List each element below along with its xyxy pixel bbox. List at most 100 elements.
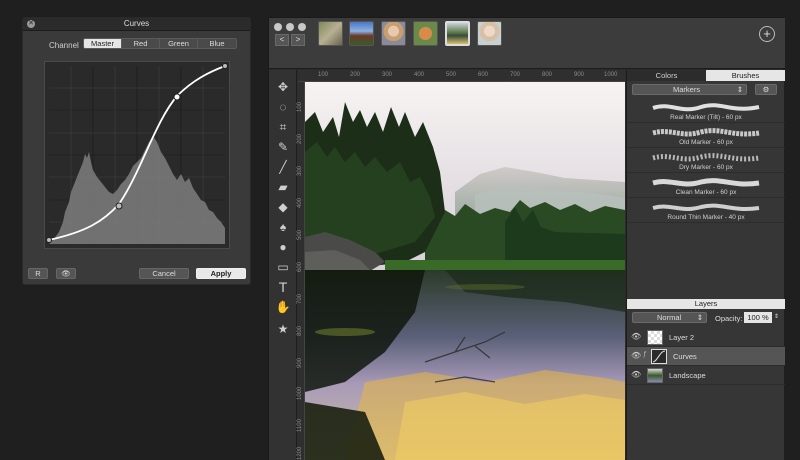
image-thumbnail-selected[interactable] xyxy=(445,21,470,46)
brush-item[interactable]: Real Marker (Tilt) - 60 px xyxy=(627,100,785,123)
brush-stroke-preview xyxy=(652,153,760,162)
brush-label: Dry Marker - 60 px xyxy=(679,164,733,171)
curve-graph-svg[interactable] xyxy=(45,62,229,248)
window-zoom-button[interactable] xyxy=(298,23,306,31)
layer-name: Curves xyxy=(673,352,697,361)
forward-button[interactable]: > xyxy=(291,34,305,46)
ruler-label: 800 xyxy=(297,325,303,336)
opacity-label: Opacity: xyxy=(715,314,743,323)
star-icon[interactable]: ★ xyxy=(273,320,293,338)
image-thumbnail[interactable] xyxy=(413,21,438,46)
ruler-label: 300 xyxy=(382,72,393,78)
channel-blue-button[interactable]: Blue xyxy=(198,39,236,48)
brush-set-value: Markers xyxy=(673,85,701,94)
brush-item[interactable]: Round Thin Marker - 40 px xyxy=(627,200,785,223)
opacity-stepper[interactable]: ⇕ xyxy=(774,312,781,323)
blend-mode-value: Normal xyxy=(657,313,682,322)
back-button[interactable]: < xyxy=(275,34,289,46)
brush-label: Old Marker - 60 px xyxy=(679,139,733,146)
brush-settings-button[interactable]: ⚙ xyxy=(755,84,777,95)
pencil-icon[interactable]: ◆ xyxy=(273,198,293,216)
brush-stroke-preview xyxy=(652,178,760,187)
channel-red-button[interactable]: Red xyxy=(122,39,160,48)
ruler-top: 100 200 300 400 500 600 700 800 900 1000 xyxy=(298,70,625,82)
ruler-label: 1200 xyxy=(297,446,303,460)
eyedropper-icon[interactable]: ✎ xyxy=(273,138,293,156)
ruler-label: 900 xyxy=(574,72,585,78)
main-window: < > + ✥ ◌ ⌗ ✎ ╱ ▰ ◆ ♠ ● ▭ T ✋ ★ 100 200 … xyxy=(268,17,785,460)
window-close-button[interactable] xyxy=(274,23,282,31)
ruler-label: 400 xyxy=(414,72,425,78)
curve-point-highlight xyxy=(173,93,181,101)
tab-colors[interactable]: Colors xyxy=(627,70,706,81)
image-thumbnail[interactable] xyxy=(349,21,374,46)
chevron-updown-icon: ⇕ xyxy=(736,85,743,94)
curve-point-shadow xyxy=(115,202,123,210)
ruler-label: 500 xyxy=(297,229,303,240)
layers-header: Layers xyxy=(627,299,785,309)
ruler-label: 700 xyxy=(510,72,521,78)
layer-name: Layer 2 xyxy=(669,333,695,342)
brush-label: Clean Marker - 60 px xyxy=(675,189,737,196)
blend-mode-dropdown[interactable]: Normal ⇕ xyxy=(632,312,707,323)
brush-icon[interactable]: ╱ xyxy=(273,158,293,176)
panel-tabs: Colors Brushes xyxy=(627,70,785,81)
hand-icon[interactable]: ✋ xyxy=(273,298,293,316)
ruler-label: 600 xyxy=(478,72,489,78)
tab-brushes[interactable]: Brushes xyxy=(706,70,785,81)
ellipse-select-icon[interactable]: ◌ xyxy=(273,98,293,116)
curves-layer-thumbnail xyxy=(651,349,667,364)
curve-point-white xyxy=(222,63,228,69)
layer-row-selected[interactable]: 👁 ƒ Curves xyxy=(627,347,785,366)
ruler-label: 400 xyxy=(297,197,303,208)
add-image-button[interactable]: + xyxy=(759,26,775,42)
link-icon: ƒ xyxy=(643,351,647,358)
gradient-icon[interactable]: ▭ xyxy=(273,258,293,276)
apply-button[interactable]: Apply xyxy=(196,268,246,279)
brush-item[interactable]: Clean Marker - 60 px xyxy=(627,175,785,198)
image-canvas[interactable] xyxy=(305,82,625,460)
gear-icon: ⚙ xyxy=(762,85,770,94)
channel-selector: Master Red Green Blue xyxy=(83,38,237,49)
chevron-updown-icon: ⇕ xyxy=(696,313,703,322)
opacity-input[interactable]: 100 % xyxy=(744,312,772,323)
brush-set-dropdown[interactable]: Markers ⇕ xyxy=(632,84,747,95)
drop-icon[interactable]: ● xyxy=(273,238,293,256)
ruler-label: 1000 xyxy=(604,72,618,78)
curve-point-black xyxy=(46,237,52,243)
eraser-icon[interactable]: ▰ xyxy=(273,178,293,196)
brush-label: Real Marker (Tilt) - 60 px xyxy=(670,114,742,121)
brush-item[interactable]: Dry Marker - 60 px xyxy=(627,150,785,173)
window-minimize-button[interactable] xyxy=(286,23,294,31)
ruler-label: 1100 xyxy=(297,419,303,432)
channel-green-button[interactable]: Green xyxy=(160,39,198,48)
brush-item[interactable]: Old Marker - 60 px xyxy=(627,125,785,148)
ruler-label: 300 xyxy=(297,165,303,176)
channel-label: Channel xyxy=(49,41,79,50)
eye-icon: 👁 xyxy=(61,269,71,278)
curves-title: Curves xyxy=(123,19,150,28)
eye-icon[interactable]: 👁 xyxy=(631,351,643,361)
curve-graph[interactable] xyxy=(44,61,230,249)
layer-thumbnail xyxy=(647,368,663,383)
brush-stroke-preview xyxy=(652,128,760,137)
image-thumbnail[interactable] xyxy=(318,21,343,46)
brush-stroke-preview xyxy=(652,103,760,112)
image-thumbnail[interactable] xyxy=(381,21,406,46)
eye-icon[interactable]: 👁 xyxy=(631,332,643,342)
reset-button[interactable]: R xyxy=(28,268,48,279)
clone-stamp-icon[interactable]: ♠ xyxy=(273,218,293,236)
preview-toggle-button[interactable]: 👁 xyxy=(56,268,76,279)
channel-master-button[interactable]: Master xyxy=(84,39,122,48)
layer-name: Landscape xyxy=(669,371,706,380)
tools-sidebar: ✥ ◌ ⌗ ✎ ╱ ▰ ◆ ♠ ● ▭ T ✋ ★ xyxy=(269,70,297,460)
move-icon[interactable]: ✥ xyxy=(273,78,293,96)
cancel-button[interactable]: Cancel xyxy=(139,268,189,279)
text-icon[interactable]: T xyxy=(273,278,293,296)
image-thumbnail[interactable] xyxy=(477,21,502,46)
eye-icon[interactable]: 👁 xyxy=(631,370,643,380)
layer-row[interactable]: 👁 Layer 2 xyxy=(627,328,785,347)
curves-titlebar[interactable]: ✕ Curves xyxy=(23,18,250,31)
crop-icon[interactable]: ⌗ xyxy=(273,118,293,136)
layer-row[interactable]: 👁 Landscape xyxy=(627,366,785,385)
